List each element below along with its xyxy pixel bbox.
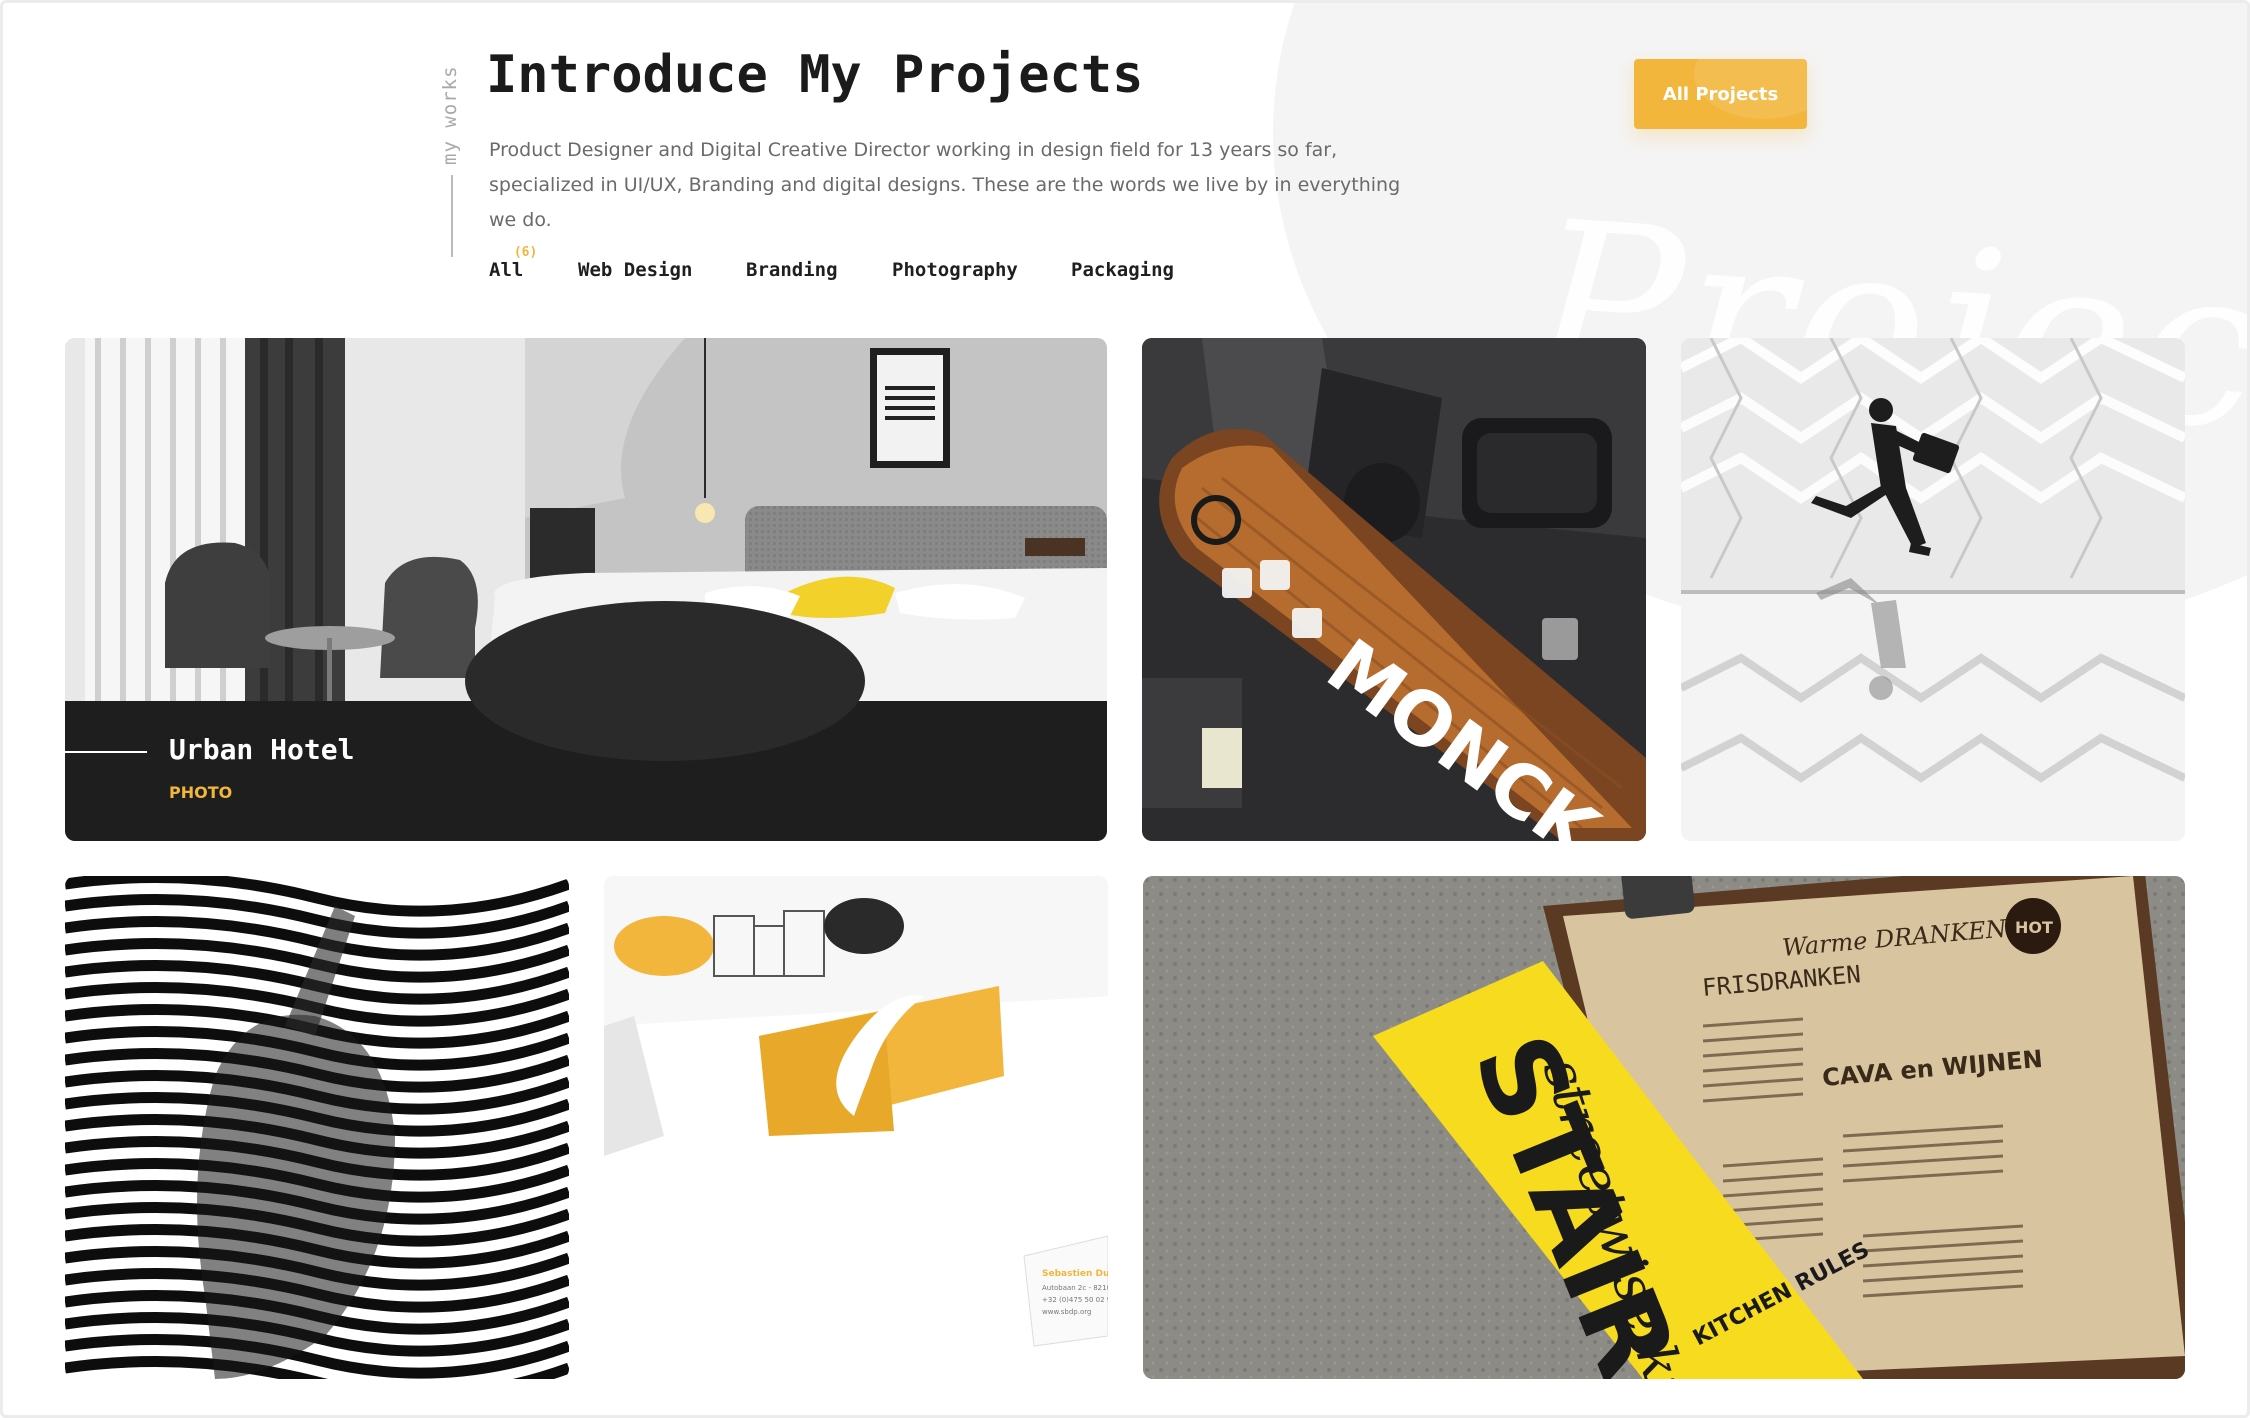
filter-all[interactable]: All (6) bbox=[482, 245, 537, 285]
filter-web-design[interactable]: Web Design bbox=[578, 259, 692, 281]
project-card-monck[interactable]: MONCK bbox=[1142, 338, 1646, 841]
stripes-image bbox=[65, 876, 569, 1379]
filter-packaging[interactable]: Packaging bbox=[1071, 259, 1174, 281]
caption-line bbox=[65, 751, 147, 753]
svg-text:www.sbdp.org: www.sbdp.org bbox=[1042, 1308, 1091, 1316]
filter-photography[interactable]: Photography bbox=[892, 259, 1018, 281]
svg-text:+32 (0)475 50 02 98: +32 (0)475 50 02 98 bbox=[1042, 1296, 1108, 1304]
vertical-divider bbox=[451, 175, 453, 257]
filter-packaging-label: Packaging bbox=[1071, 259, 1174, 281]
svg-text:HOT: HOT bbox=[2015, 918, 2053, 937]
filter-branding-label: Branding bbox=[746, 259, 838, 281]
project-category: PHOTO bbox=[169, 783, 233, 802]
menu-image: FRISDRANKEN Warme DRANKEN CAVA en WIJNEN… bbox=[1143, 876, 2185, 1379]
filter-photography-label: Photography bbox=[892, 259, 1018, 281]
page-frame: Projects my works Introduce My Projects … bbox=[0, 0, 2250, 1418]
section-title: Introduce My Projects bbox=[486, 45, 1144, 105]
filter-count-badge: (6) bbox=[513, 245, 538, 260]
section-description: Product Designer and Digital Creative Di… bbox=[489, 139, 1401, 231]
runner-image bbox=[1681, 338, 2185, 841]
skateboard-image: MONCK bbox=[1142, 338, 1646, 841]
filter-all-label: All bbox=[489, 259, 524, 281]
svg-text:Sebastien Du: Sebastien Du bbox=[1042, 1269, 1108, 1279]
all-projects-button[interactable]: All Projects bbox=[1634, 59, 1807, 129]
stationery-image: Sebastien Du Autobaan 2c - 8210 +32 (0)4… bbox=[604, 876, 1108, 1379]
caption-curve bbox=[465, 601, 865, 761]
all-projects-label: All Projects bbox=[1662, 83, 1779, 105]
project-card-branding[interactable]: Sebastien Du Autobaan 2c - 8210 +32 (0)4… bbox=[604, 876, 1108, 1379]
card-caption: Urban Hotel PHOTO bbox=[65, 601, 1107, 841]
project-card-menu[interactable]: FRISDRANKEN Warme DRANKEN CAVA en WIJNEN… bbox=[1143, 876, 2185, 1379]
filter-web-design-label: Web Design bbox=[578, 259, 693, 281]
project-card-runner[interactable] bbox=[1681, 338, 2185, 841]
svg-text:Autobaan 2c - 8210: Autobaan 2c - 8210 bbox=[1042, 1284, 1108, 1292]
section-vertical-label: my works bbox=[439, 65, 461, 165]
filter-branding[interactable]: Branding bbox=[746, 259, 838, 281]
project-card-urban-hotel[interactable]: Urban Hotel PHOTO bbox=[65, 338, 1107, 841]
project-name: Urban Hotel bbox=[169, 733, 355, 766]
project-card-stripes[interactable] bbox=[65, 876, 569, 1379]
